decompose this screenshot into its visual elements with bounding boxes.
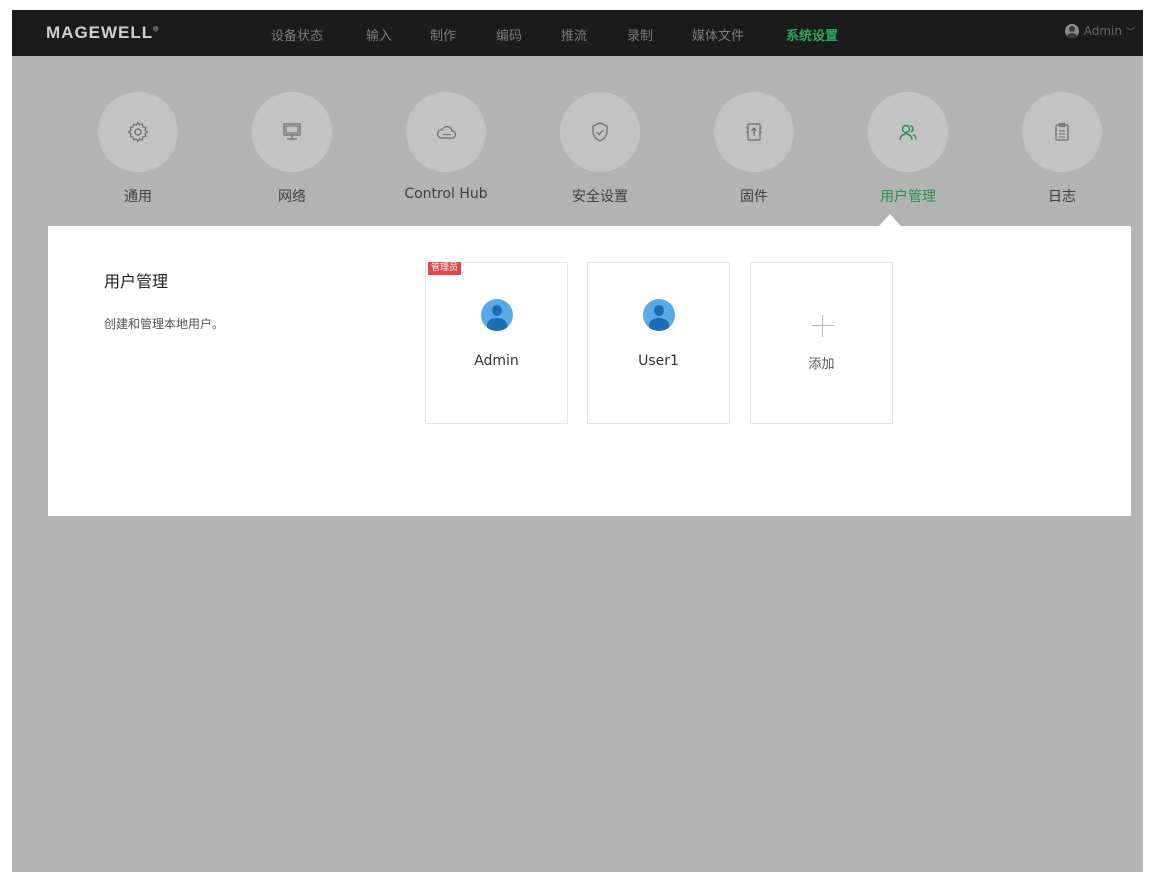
- category-security[interactable]: 安全设置: [540, 92, 660, 206]
- category-general-label: 通用: [124, 189, 152, 205]
- category-user-management[interactable]: 用户管理: [848, 92, 968, 206]
- user-avatar-icon: [481, 299, 513, 331]
- avatar-head: [492, 305, 502, 316]
- cloud-icon: [436, 126, 457, 139]
- plus-icon: [812, 315, 834, 337]
- user-card-user1[interactable]: User1: [587, 262, 730, 424]
- category-user-management-circle: [868, 92, 948, 172]
- brand-logo: MAGEWELL®: [46, 23, 160, 42]
- category-control-hub-circle: [406, 92, 486, 172]
- user-avatar-icon: [1064, 24, 1079, 38]
- category-firmware-circle: [714, 92, 794, 172]
- add-user-button[interactable]: 添加: [750, 262, 893, 424]
- nav-item-device-status[interactable]: 设备状态: [271, 25, 323, 44]
- user-menu-label: Admin: [1083, 24, 1122, 38]
- user-name: User1: [638, 353, 679, 369]
- category-control-hub[interactable]: Control Hub: [386, 92, 506, 202]
- monitor-icon: [283, 123, 301, 140]
- user-menu[interactable]: Admin ﹀: [1064, 24, 1135, 38]
- nav-item-system-settings[interactable]: 系统设置: [786, 25, 838, 44]
- category-firmware[interactable]: 固件: [694, 92, 814, 206]
- category-network-circle: [252, 92, 332, 172]
- nav-item-media-files[interactable]: 媒体文件: [692, 25, 744, 44]
- category-log-label: 日志: [1048, 189, 1076, 205]
- nav-item-input[interactable]: 输入: [366, 25, 392, 44]
- user-avatar-icon: [643, 299, 675, 331]
- category-user-management-label: 用户管理: [880, 189, 936, 205]
- category-log-circle: [1022, 92, 1102, 172]
- category-control-hub-label: Control Hub: [404, 186, 488, 202]
- panel-title: 用户管理: [104, 272, 169, 291]
- category-network-label: 网络: [278, 189, 306, 205]
- nav-item-streaming[interactable]: 推流: [561, 25, 587, 44]
- gear-icon: [127, 121, 149, 143]
- category-log[interactable]: 日志: [1002, 92, 1122, 206]
- user-name: Admin: [474, 353, 519, 369]
- avatar-head: [654, 305, 664, 316]
- nav-item-encoding[interactable]: 编码: [496, 25, 522, 44]
- avatar-body: [649, 318, 669, 331]
- app-window: MAGEWELL® 设备状态 输入 制作 编码 推流 录制 媒体文件 系统设置 …: [12, 10, 1143, 872]
- user-management-panel: 用户管理 创建和管理本地用户。 管理员 Admin User1 添加: [48, 226, 1131, 516]
- category-firmware-label: 固件: [740, 189, 768, 205]
- nav-item-recording[interactable]: 录制: [627, 25, 653, 44]
- chevron-down-icon: ﹀: [1125, 27, 1135, 38]
- users-icon: [899, 124, 917, 141]
- user-card-admin[interactable]: 管理员 Admin: [425, 262, 568, 424]
- category-general[interactable]: 通用: [78, 92, 198, 206]
- top-nav-bar: MAGEWELL® 设备状态 输入 制作 编码 推流 录制 媒体文件 系统设置 …: [12, 10, 1143, 56]
- category-security-circle: [560, 92, 640, 172]
- avatar-body: [487, 318, 507, 331]
- clipboard-icon: [1055, 122, 1069, 141]
- nav-item-production[interactable]: 制作: [430, 25, 456, 44]
- add-user-label: 添加: [808, 357, 835, 372]
- category-security-label: 安全设置: [572, 189, 628, 205]
- firmware-icon: [746, 123, 762, 141]
- active-category-pointer: [879, 214, 901, 226]
- panel-description: 创建和管理本地用户。: [104, 317, 225, 331]
- shield-icon: [592, 122, 608, 142]
- admin-badge: 管理员: [428, 262, 462, 275]
- category-network[interactable]: 网络: [232, 92, 352, 206]
- category-general-circle: [98, 92, 178, 172]
